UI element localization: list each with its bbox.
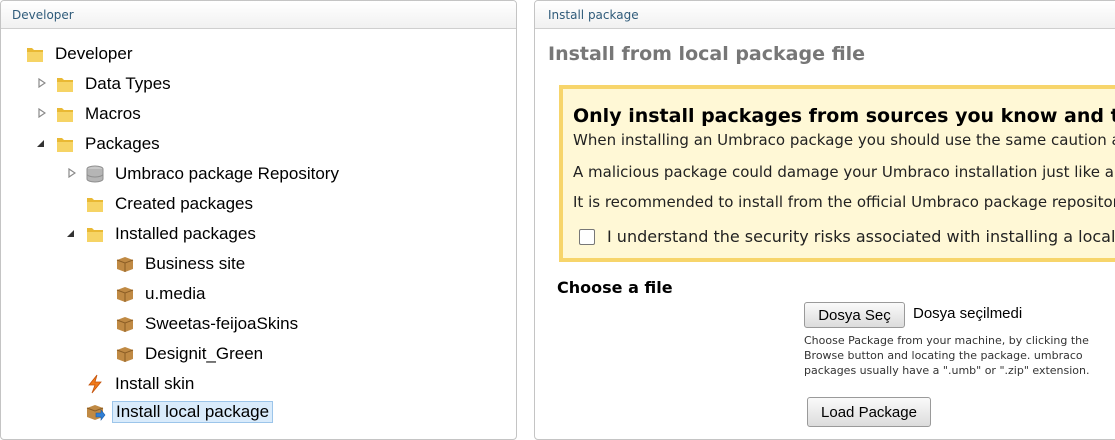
- tree-node-label: Created packages: [115, 194, 253, 213]
- lightning-icon: [88, 374, 102, 394]
- tree-node-label: Install local package: [112, 401, 274, 423]
- package-icon: [116, 257, 134, 272]
- install-package-icon: [86, 405, 106, 421]
- tree-node-label: u.media: [145, 284, 206, 303]
- load-package-button[interactable]: Load Package: [807, 397, 931, 427]
- expand-arrow-icon[interactable]: [67, 167, 77, 179]
- folder-icon: [57, 108, 73, 122]
- tree-node-data-types[interactable]: Data Types: [54, 71, 174, 97]
- tree-node-label: Sweetas-feijoaSkins: [145, 314, 299, 333]
- expand-arrow-icon[interactable]: [37, 107, 47, 119]
- warning-text: A malicious package could damage your Um…: [573, 163, 1115, 181]
- package-icon: [116, 347, 134, 362]
- accept-risk-label[interactable]: I understand the security risks associat…: [607, 227, 1115, 246]
- tree-node-designit-green[interactable]: Designit_Green: [114, 341, 266, 367]
- package-icon: [116, 317, 134, 332]
- warning-text: When installing an Umbraco package you s…: [573, 131, 1115, 149]
- folder-icon: [57, 78, 73, 92]
- tree-node-sweetas-feijoaskins[interactable]: Sweetas-feijoaSkins: [114, 311, 301, 337]
- tree-node-label: Install skin: [115, 374, 195, 393]
- collapse-arrow-icon[interactable]: [35, 137, 45, 149]
- accept-risk-row[interactable]: I understand the security risks associat…: [579, 227, 1115, 246]
- expand-arrow-icon[interactable]: [37, 77, 47, 89]
- install-package-panel-header: Install package: [535, 1, 1115, 29]
- security-warning-box: Only install packages from sources you k…: [559, 85, 1115, 262]
- folder-icon: [57, 138, 73, 152]
- tree-node-umbraco-repository[interactable]: Umbraco package Repository: [84, 161, 342, 187]
- page-title: Install from local package file: [548, 43, 866, 65]
- tree-node-label: Installed packages: [115, 224, 256, 243]
- tree-node-label: Developer: [55, 44, 133, 63]
- folder-icon: [87, 198, 103, 212]
- choose-file-heading: Choose a file: [557, 278, 673, 297]
- tree-node-label: Umbraco package Repository: [115, 164, 339, 183]
- folder-icon: [27, 48, 43, 62]
- choose-file-hint: Choose Package from your machine, by cli…: [804, 334, 1090, 377]
- developer-panel: Developer Developer Data Types Macros Pa…: [0, 0, 517, 440]
- developer-panel-header: Developer: [1, 1, 516, 29]
- tree-node-label: Business site: [145, 254, 246, 273]
- tree-node-label: Designit_Green: [145, 344, 264, 363]
- warning-title: Only install packages from sources you k…: [573, 105, 1115, 127]
- folder-icon: [87, 228, 103, 242]
- choose-file-button[interactable]: Dosya Seç: [804, 302, 905, 328]
- tree-node-created-packages[interactable]: Created packages: [84, 191, 256, 217]
- tree-node-u-media[interactable]: u.media: [114, 281, 208, 307]
- tree-node-macros[interactable]: Macros: [54, 101, 144, 127]
- package-icon: [116, 287, 134, 302]
- tree-node-label: Data Types: [85, 74, 171, 93]
- tree-node-label: Macros: [85, 104, 141, 123]
- tree-node-install-skin[interactable]: Install skin: [84, 371, 197, 397]
- install-package-panel: Install package Install from local packa…: [534, 0, 1115, 440]
- tree-node-label: Packages: [85, 134, 160, 153]
- collapse-arrow-icon[interactable]: [65, 227, 75, 239]
- file-status-text: Dosya seçilmedi: [913, 305, 1023, 322]
- tree-node-installed-packages[interactable]: Installed packages: [84, 221, 259, 247]
- tree-node-packages[interactable]: Packages: [54, 131, 163, 157]
- tree-node-install-local-package[interactable]: Install local package: [84, 399, 274, 425]
- tree-node-developer[interactable]: Developer: [24, 41, 136, 67]
- accept-risk-checkbox[interactable]: [579, 228, 595, 245]
- tree-node-business-site[interactable]: Business site: [114, 251, 248, 277]
- warning-text: It is recommended to install from the of…: [573, 193, 1115, 211]
- database-icon: [86, 165, 104, 183]
